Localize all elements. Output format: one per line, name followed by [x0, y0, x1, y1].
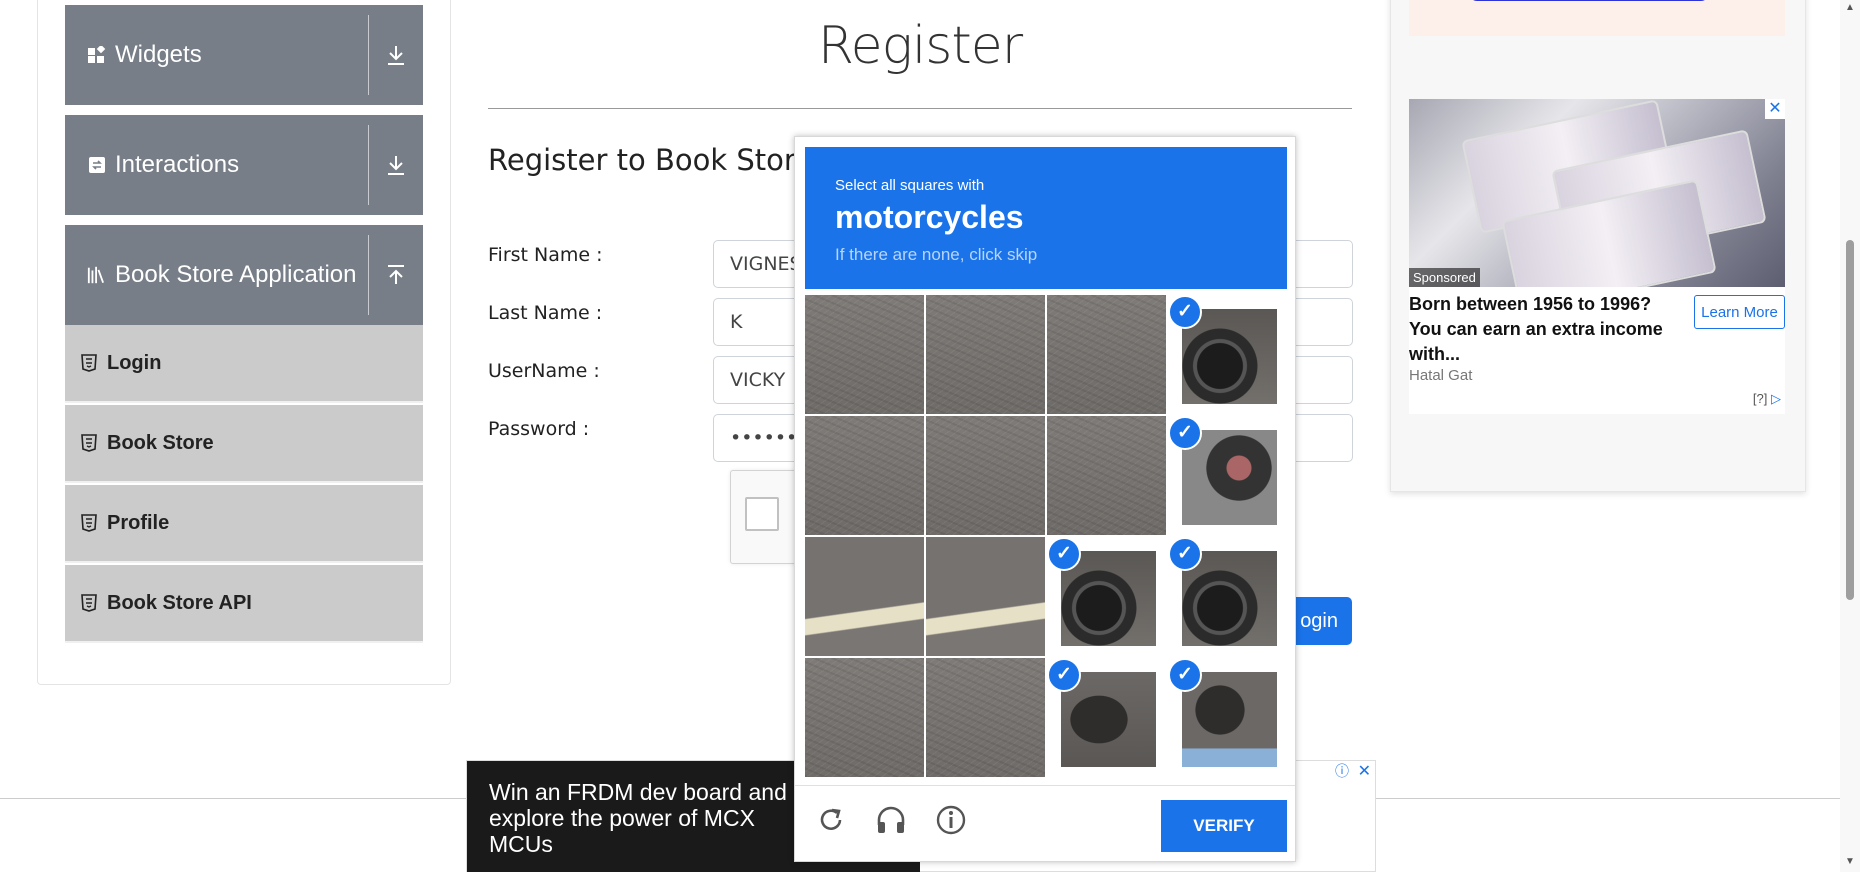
checkmark-icon: ✓ — [1168, 295, 1202, 329]
captcha-tile[interactable] — [1047, 295, 1166, 414]
widgets-icon — [87, 45, 107, 65]
download-arrow-icon[interactable] — [381, 35, 411, 75]
captcha-tile[interactable] — [926, 416, 1045, 535]
captcha-tile[interactable] — [1047, 416, 1166, 535]
sidebar: Widgets Interactions Book Store Applicat… — [37, 0, 451, 685]
captcha-tile[interactable]: ✓ — [1168, 537, 1287, 656]
captcha-tile[interactable] — [926, 537, 1045, 656]
captcha-tile[interactable]: ✓ — [1047, 537, 1166, 656]
refresh-icon[interactable] — [811, 800, 851, 840]
sidebar-item-book-store-api[interactable]: Book Store API — [65, 565, 423, 643]
scroll-thumb[interactable] — [1846, 240, 1854, 600]
tile-image — [805, 416, 924, 535]
ad-card[interactable]: ✕ Sponsored Born between 1956 to 1996? Y… — [1409, 99, 1785, 414]
html5-icon — [81, 434, 97, 452]
verify-button[interactable]: VERIFY — [1161, 800, 1287, 852]
captcha-tile[interactable] — [926, 658, 1045, 777]
group-title: Interactions — [115, 151, 240, 178]
tile-image — [926, 537, 1045, 656]
ad-close-icon[interactable]: ✕ — [1358, 761, 1371, 781]
scrollbar[interactable]: ▲ ▼ — [1840, 0, 1860, 872]
sponsored-label: Sponsored — [1409, 268, 1480, 287]
tile-image — [805, 537, 924, 656]
checkmark-icon: ✓ — [1047, 658, 1081, 692]
group-title: Book Store Application — [115, 261, 357, 288]
ad-info-icon[interactable]: ⓘ — [1335, 761, 1349, 781]
download-arrow-icon[interactable] — [381, 145, 411, 185]
audio-icon[interactable] — [871, 800, 911, 840]
tile-image — [926, 658, 1045, 777]
side-ad: ✕ Sponsored Born between 1956 to 1996? Y… — [1390, 0, 1806, 492]
group-widgets[interactable]: Widgets — [65, 5, 423, 105]
sidebar-item-profile[interactable]: Profile — [65, 485, 423, 563]
captcha-tile[interactable]: ✓ — [1047, 658, 1166, 777]
html5-icon — [81, 514, 97, 532]
checkmark-icon: ✓ — [1168, 658, 1202, 692]
ad-source: Hatal Gat — [1409, 367, 1473, 384]
page: Widgets Interactions Book Store Applicat… — [0, 0, 1860, 872]
html5-icon — [81, 354, 97, 372]
captcha-tile[interactable] — [805, 295, 924, 414]
learn-more-button[interactable]: Learn More — [1694, 295, 1785, 329]
form-subtitle: Register to Book Store — [488, 143, 813, 177]
captcha-tile[interactable] — [805, 658, 924, 777]
last-name-label: Last Name : — [488, 302, 603, 324]
first-name-label: First Name : — [488, 244, 603, 266]
captcha-tile[interactable]: ✓ — [1168, 658, 1287, 777]
tile-image — [805, 658, 924, 777]
group-interactions[interactable]: Interactions — [65, 115, 423, 215]
ad-close-icon[interactable]: ✕ — [1765, 99, 1785, 119]
tile-image — [1047, 416, 1166, 535]
tile-image — [926, 416, 1045, 535]
group-title: Widgets — [115, 41, 202, 68]
captcha-tile[interactable] — [926, 295, 1045, 414]
tile-image — [805, 295, 924, 414]
ad-choices-icon[interactable]: [?] ▷ — [1753, 391, 1781, 407]
upload-arrow-icon[interactable] — [381, 255, 411, 295]
checkmark-icon: ✓ — [1047, 537, 1081, 571]
recaptcha-checkbox[interactable] — [745, 497, 779, 531]
scroll-down-icon[interactable]: ▼ — [1844, 856, 1856, 868]
sidebar-item-login[interactable]: Login — [65, 325, 423, 403]
captcha-hint: If there are none, click skip — [835, 245, 1038, 264]
page-title: Register — [817, 16, 1023, 76]
ad-image[interactable]: ✕ Sponsored — [1409, 99, 1785, 287]
group-book-store-application[interactable]: Book Store Application — [65, 225, 423, 325]
password-label: Password : — [488, 418, 590, 440]
scroll-up-icon[interactable]: ▲ — [1844, 2, 1856, 14]
captcha-header: Select all squares with motorcycles If t… — [805, 147, 1287, 289]
bottom-ad-text: Win an FRDM dev board and explore the po… — [489, 779, 787, 857]
captcha-tile[interactable] — [805, 537, 924, 656]
captcha-tile[interactable]: ✓ — [1168, 295, 1287, 414]
captcha-tile[interactable]: ✓ — [1168, 416, 1287, 535]
captcha-tile[interactable] — [805, 416, 924, 535]
divider — [488, 108, 1352, 109]
checkmark-icon: ✓ — [1168, 537, 1202, 571]
captcha-challenge: Select all squares with motorcycles If t… — [794, 136, 1296, 862]
captcha-target: motorcycles — [835, 199, 1024, 235]
captcha-prompt: Select all squares with — [835, 177, 985, 194]
info-icon[interactable] — [931, 800, 971, 840]
tile-image — [926, 295, 1045, 414]
username-label: UserName : — [488, 360, 600, 382]
html5-icon — [81, 594, 97, 612]
captcha-tiles: ✓ ✓ ✓ ✓ ✓ ✓ — [805, 295, 1289, 779]
ad-headline[interactable]: Born between 1956 to 1996? You can earn … — [1409, 292, 1679, 367]
interactions-icon — [87, 155, 107, 175]
checkmark-icon: ✓ — [1168, 416, 1202, 450]
books-icon — [87, 265, 107, 285]
sidebar-item-book-store[interactable]: Book Store — [65, 405, 423, 483]
tile-image — [1047, 295, 1166, 414]
